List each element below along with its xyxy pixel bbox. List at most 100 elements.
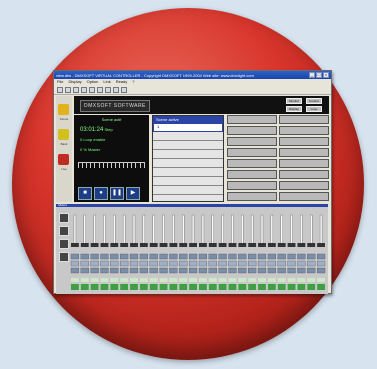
channel-button[interactable] bbox=[129, 253, 139, 260]
loop-button[interactable]: Loop bbox=[306, 106, 322, 112]
channel-strip[interactable] bbox=[248, 214, 257, 290]
channel-button[interactable] bbox=[307, 267, 316, 274]
scene-slot[interactable] bbox=[227, 170, 277, 179]
channel-flash-button[interactable] bbox=[317, 284, 325, 290]
channel-strip[interactable] bbox=[110, 214, 119, 290]
channel-button[interactable] bbox=[228, 267, 237, 274]
channel-strip[interactable] bbox=[189, 214, 198, 290]
channel-flash-button[interactable] bbox=[71, 284, 79, 290]
menu-help[interactable]: ? bbox=[132, 79, 134, 85]
channel-button[interactable] bbox=[139, 260, 148, 267]
scene-slot[interactable] bbox=[279, 170, 329, 179]
channel-button[interactable] bbox=[90, 267, 99, 274]
channel-button[interactable] bbox=[297, 253, 306, 260]
channel-strip[interactable] bbox=[139, 214, 148, 290]
channel-button[interactable] bbox=[287, 253, 296, 260]
fader-knob[interactable] bbox=[297, 243, 306, 247]
scene-slot[interactable] bbox=[279, 115, 329, 124]
fader-knob[interactable] bbox=[199, 243, 207, 247]
channel-button[interactable] bbox=[100, 253, 109, 260]
channel-button[interactable] bbox=[80, 260, 89, 267]
scene-slot[interactable] bbox=[227, 148, 277, 157]
new-file-icon[interactable] bbox=[57, 86, 63, 93]
channel-strip[interactable] bbox=[159, 214, 168, 290]
fader-knob[interactable] bbox=[71, 243, 79, 247]
menu-option[interactable]: Option bbox=[87, 79, 99, 85]
scene-slot[interactable] bbox=[227, 115, 277, 124]
fader-knob[interactable] bbox=[149, 243, 158, 247]
channel-button[interactable] bbox=[159, 260, 168, 267]
scene-slot[interactable] bbox=[227, 137, 277, 146]
monitor-button[interactable]: Monitor bbox=[286, 98, 302, 104]
channel-button[interactable] bbox=[179, 253, 188, 260]
channel-button[interactable] bbox=[169, 260, 178, 267]
list-item[interactable] bbox=[153, 159, 223, 168]
channel-flash-button[interactable] bbox=[120, 284, 129, 290]
channel-button[interactable] bbox=[287, 267, 296, 274]
fader-knob[interactable] bbox=[228, 243, 237, 247]
channel-button[interactable] bbox=[267, 267, 276, 274]
pause-button[interactable]: ❚❚ bbox=[110, 187, 124, 200]
channel-button[interactable] bbox=[189, 260, 198, 267]
channel-flash-button[interactable] bbox=[267, 284, 276, 290]
channel-button[interactable] bbox=[257, 253, 267, 260]
fader-knob[interactable] bbox=[258, 243, 266, 247]
list-item[interactable] bbox=[153, 150, 223, 159]
scene-slot[interactable] bbox=[227, 192, 277, 201]
list-item[interactable] bbox=[153, 132, 223, 141]
channel-strip[interactable] bbox=[297, 214, 306, 290]
channel-button[interactable] bbox=[90, 253, 99, 260]
channel-button[interactable] bbox=[70, 267, 79, 274]
scene-slot[interactable] bbox=[279, 192, 329, 201]
fader-knob[interactable] bbox=[317, 243, 325, 247]
channel-flash-button[interactable] bbox=[287, 284, 296, 290]
fader-knob[interactable] bbox=[80, 243, 89, 247]
channel-button[interactable] bbox=[218, 260, 227, 267]
channel-strip[interactable] bbox=[307, 214, 316, 290]
channel-button[interactable] bbox=[139, 253, 148, 260]
fader-knob[interactable] bbox=[208, 243, 217, 247]
fader-knob[interactable] bbox=[90, 243, 99, 247]
channel-button[interactable] bbox=[218, 267, 227, 274]
minimize-button[interactable]: _ bbox=[309, 72, 315, 78]
timeline-scale[interactable] bbox=[78, 162, 145, 169]
channel-strip[interactable] bbox=[90, 214, 99, 290]
channel-strip[interactable] bbox=[80, 214, 89, 290]
channel-button[interactable] bbox=[277, 260, 286, 267]
scene-slot[interactable] bbox=[227, 181, 277, 190]
channel-button[interactable] bbox=[317, 267, 326, 274]
channel-flash-button[interactable] bbox=[149, 284, 158, 290]
fader-knob[interactable] bbox=[277, 243, 286, 247]
fader-knob[interactable] bbox=[189, 243, 197, 247]
record-button[interactable]: ● bbox=[94, 187, 108, 200]
channel-flash-button[interactable] bbox=[258, 284, 266, 290]
scene-slot[interactable] bbox=[279, 126, 329, 135]
channel-strip[interactable] bbox=[228, 214, 237, 290]
channel-strip[interactable] bbox=[287, 214, 296, 290]
channel-button[interactable] bbox=[120, 260, 129, 267]
channel-flash-button[interactable] bbox=[228, 284, 237, 290]
channel-strip[interactable] bbox=[129, 214, 139, 290]
channel-flash-button[interactable] bbox=[130, 284, 138, 290]
channel-flash-button[interactable] bbox=[90, 284, 99, 290]
menu-ready[interactable]: Ready bbox=[116, 79, 128, 85]
channel-strip[interactable] bbox=[179, 214, 188, 290]
list-item[interactable] bbox=[153, 141, 223, 150]
channel-button[interactable] bbox=[267, 253, 276, 260]
channel-button[interactable] bbox=[110, 260, 119, 267]
list-item[interactable] bbox=[153, 186, 223, 195]
channel-button[interactable] bbox=[317, 253, 326, 260]
fader-knob[interactable] bbox=[179, 243, 188, 247]
channel-button[interactable] bbox=[198, 253, 207, 260]
channel-flash-button[interactable] bbox=[277, 284, 286, 290]
channel-strip[interactable] bbox=[317, 214, 326, 290]
channel-button[interactable] bbox=[248, 260, 257, 267]
channel-button[interactable] bbox=[198, 260, 207, 267]
channel-button[interactable] bbox=[317, 260, 326, 267]
channel-flash-button[interactable] bbox=[80, 284, 89, 290]
scene-slot[interactable] bbox=[279, 181, 329, 190]
menu-link[interactable]: Link bbox=[103, 79, 110, 85]
mixer-tool-4[interactable] bbox=[59, 252, 69, 262]
mixer-tool-2[interactable] bbox=[59, 226, 69, 236]
list-item[interactable] bbox=[153, 177, 223, 186]
